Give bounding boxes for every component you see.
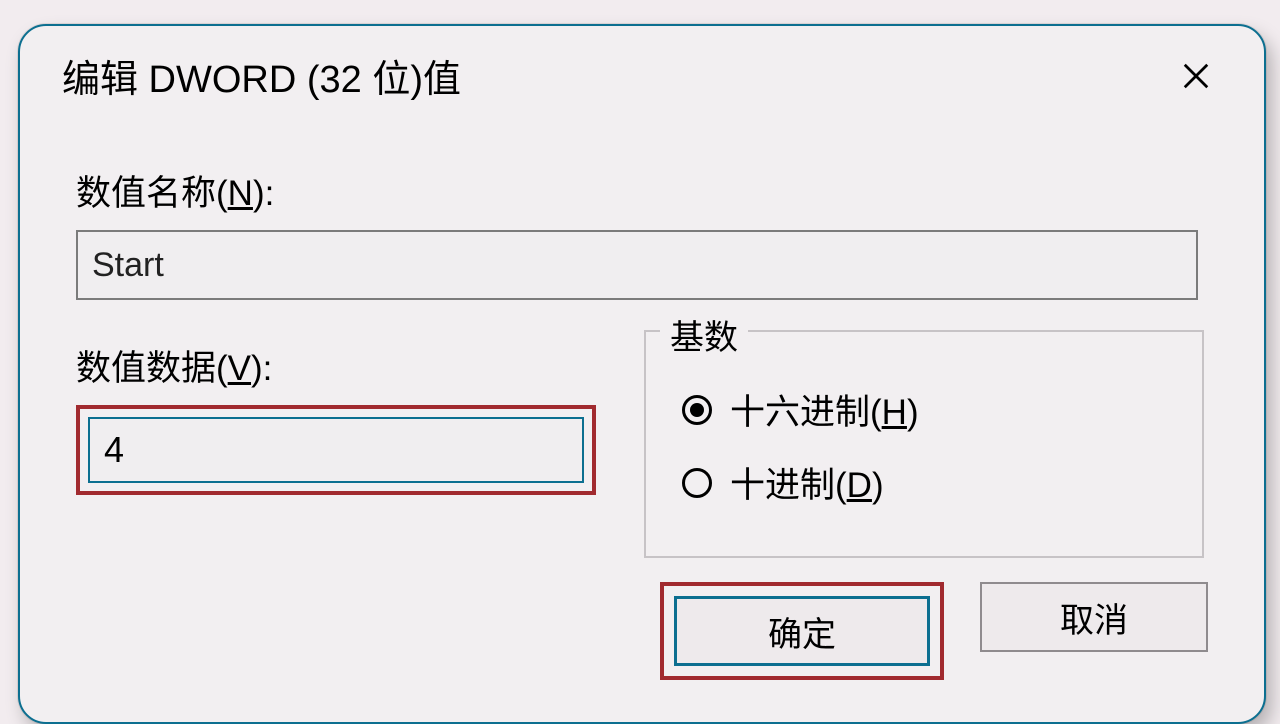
dialog-buttons: 确定 取消 [660,582,1208,680]
base-groupbox: 基数 十六进制(H) 十进制(D) [644,330,1204,558]
radio-hex[interactable]: 十六进制(H) [682,384,1174,435]
value-data-input[interactable] [88,417,584,483]
radio-dec-prefix: 十进制( [730,466,847,505]
value-name-label-mnemonic: N [228,174,253,213]
base-legend: 基数 [660,310,748,359]
radio-hex-prefix: 十六进制( [730,393,882,432]
value-data-highlight [76,405,596,495]
value-data-label: 数值数据(V): [76,340,596,391]
radio-dec-mnemonic: D [847,466,872,505]
ok-button[interactable]: 确定 [674,596,930,666]
radio-hex-dot [690,403,704,417]
cancel-button[interactable]: 取消 [980,582,1208,652]
value-name-label: 数值名称(N): [76,165,1208,216]
close-icon[interactable] [1170,50,1222,102]
value-name-input[interactable] [76,230,1198,300]
radio-hex-mnemonic: H [882,393,907,432]
radio-dec-label: 十进制(D) [730,457,884,508]
value-data-label-mnemonic: V [228,349,251,388]
dialog-content: 数值名称(N): 数值数据(V): 基数 [20,113,1264,680]
dialog-titlebar: 编辑 DWORD (32 位)值 [20,26,1264,113]
radio-hex-label: 十六进制(H) [730,384,919,435]
edit-dword-dialog: 编辑 DWORD (32 位)值 数值名称(N): 数值数据(V): 基数 [18,24,1266,724]
radio-dec[interactable]: 十进制(D) [682,457,1174,508]
radio-dec-suffix: ) [872,466,884,505]
dialog-title: 编辑 DWORD (32 位)值 [62,48,461,103]
value-name-label-suffix: ): [253,174,274,213]
ok-button-highlight: 确定 [660,582,944,680]
radio-dec-circle [682,468,712,498]
radio-hex-circle [682,395,712,425]
value-data-label-prefix: 数值数据( [76,349,228,388]
value-name-label-prefix: 数值名称( [76,174,228,213]
value-data-label-suffix: ): [251,349,272,388]
radio-hex-suffix: ) [907,393,919,432]
